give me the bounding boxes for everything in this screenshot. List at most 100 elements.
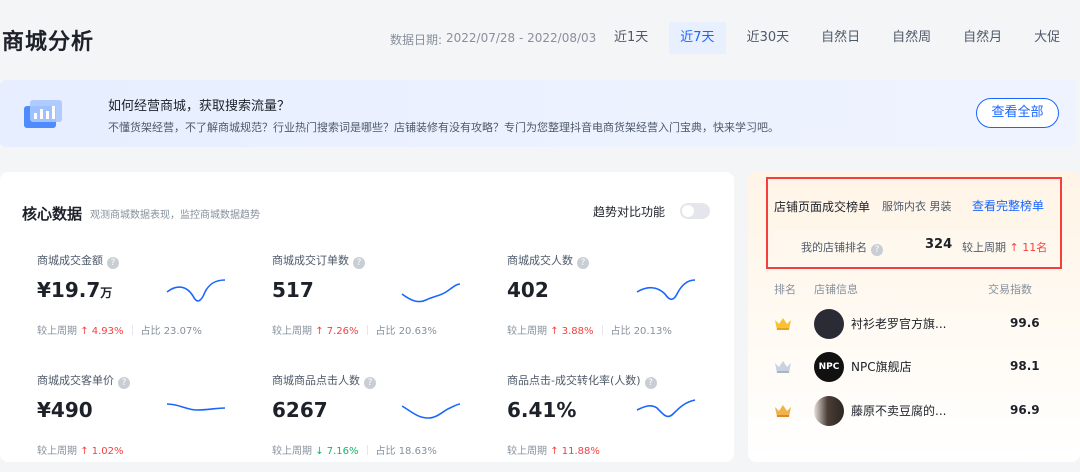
- share-value: 占比 20.63%: [375, 326, 437, 337]
- metric-value: ¥490: [37, 398, 93, 422]
- ranking-category: 服饰内衣 男装: [882, 200, 952, 213]
- trend-compare-toggle[interactable]: [680, 203, 710, 219]
- help-icon[interactable]: ?: [107, 257, 119, 269]
- metric-clicks: 商城商品点击人数? 6267 较上周期 ↓ 7.16% 占比 18.63%: [272, 372, 482, 472]
- trade-index: 99.6: [1010, 316, 1040, 330]
- my-rank-compare: 较上周期 ↑ 11名: [962, 241, 1048, 254]
- metric-value: 6.41%: [507, 398, 577, 422]
- rank-change: ↑ 11名: [1009, 241, 1048, 254]
- change-value: ↑ 7.26%: [315, 326, 359, 337]
- help-icon[interactable]: ?: [644, 377, 657, 389]
- metric-compare: 较上周期 ↑ 11.88%: [507, 446, 600, 457]
- metric-compare: 较上周期 ↑ 1.02%: [37, 446, 124, 457]
- metric-value: 6267: [272, 398, 328, 422]
- metric-gmv: 商城成交金额? ¥19.7万 较上周期 ↑ 4.93% 占比 23.07%: [37, 252, 247, 352]
- sparkline-chart: [636, 399, 696, 418]
- metric-compare: 较上周期 ↓ 7.16% 占比 18.63%: [272, 445, 437, 457]
- date-range: 2022/07/28 - 2022/08/03: [446, 31, 597, 45]
- metric-label: 商品点击-成交转化率(人数): [507, 374, 641, 387]
- share-value: 占比 18.63%: [375, 446, 437, 457]
- core-data-card: 核心数据 观测商城数据表现，监控商城数据趋势 趋势对比功能 商城成交金额? ¥1…: [0, 172, 734, 462]
- change-value: ↑ 11.88%: [550, 446, 600, 457]
- divider: [366, 325, 368, 335]
- share-value: 占比 20.13%: [610, 326, 672, 337]
- column-header-index: 交易指数: [988, 283, 1032, 296]
- share-value: 占比 23.07%: [140, 326, 202, 337]
- help-icon[interactable]: ?: [577, 257, 589, 269]
- metric-orders: 商城成交订单数? 517 较上周期 ↑ 7.26% 占比 20.63%: [272, 252, 482, 352]
- metric-label: 商城商品点击人数: [272, 374, 360, 387]
- gold-crown-icon: [775, 318, 791, 330]
- change-value: ↑ 4.93%: [80, 326, 124, 337]
- banner-title: 如何经营商城，获取搜索流量？: [108, 99, 291, 114]
- column-header-shop: 店铺信息: [814, 283, 858, 296]
- metric-label: 商城成交金额: [37, 254, 103, 267]
- metric-value: 402: [507, 278, 549, 302]
- metric-value: ¥19.7万: [37, 278, 113, 302]
- ranking-row[interactable]: 藤原不卖豆腐的... 96.9: [748, 388, 1080, 438]
- tab-30-days[interactable]: 近30天: [736, 22, 801, 54]
- change-value: ↑ 3.88%: [550, 326, 594, 337]
- shop-name: 藤原不卖豆腐的...: [851, 404, 947, 418]
- trend-compare-label: 趋势对比功能: [593, 205, 666, 219]
- divider: [601, 325, 603, 335]
- analytics-chart-icon: [24, 100, 62, 128]
- my-rank-label: 我的店铺排名: [801, 241, 867, 254]
- help-icon[interactable]: ?: [364, 377, 376, 389]
- my-rank-value: 324: [925, 237, 953, 252]
- ranking-title: 店铺页面成交榜单: [774, 200, 871, 214]
- sparkline-chart: [401, 403, 461, 419]
- view-full-ranking-link[interactable]: 查看完整榜单: [972, 197, 1044, 214]
- tab-natural-day[interactable]: 自然日: [810, 22, 871, 54]
- guide-banner: 如何经营商城，获取搜索流量？ 不懂货架经营，不了解商城规范？行业热门搜索词是哪些…: [0, 80, 1076, 147]
- metric-conversion-rate: 商品点击-成交转化率(人数)? 6.41% 较上周期 ↑ 11.88%: [507, 372, 717, 472]
- metric-compare: 较上周期 ↑ 3.88% 占比 20.13%: [507, 325, 672, 337]
- tab-1-day[interactable]: 近1天: [603, 22, 659, 54]
- metric-label: 商城成交客单价: [37, 374, 114, 387]
- sparkline-chart: [636, 279, 696, 301]
- help-icon[interactable]: ?: [353, 257, 365, 269]
- view-all-button[interactable]: 查看全部: [976, 98, 1059, 128]
- metric-aov: 商城成交客单价? ¥490 较上周期 ↑ 1.02%: [37, 372, 247, 472]
- shop-avatar: NPC: [814, 352, 844, 382]
- change-value: ↑ 1.02%: [80, 446, 124, 457]
- page-title: 商城分析: [2, 30, 95, 55]
- metric-value: 517: [272, 278, 314, 302]
- change-value: ↓ 7.16%: [315, 446, 359, 457]
- ranking-row[interactable]: NPC NPC旗舰店 98.1: [748, 344, 1080, 394]
- metric-unit: 万: [100, 286, 113, 300]
- shop-avatar: [814, 309, 844, 339]
- metric-compare: 较上周期 ↑ 7.26% 占比 20.63%: [272, 325, 437, 337]
- help-icon[interactable]: ?: [118, 377, 130, 389]
- shop-name: 衬衫老罗官方旗...: [851, 317, 947, 331]
- store-ranking-card: 店铺页面成交榜单 服饰内衣 男装 查看完整榜单 我的店铺排名? 324 较上周期…: [748, 172, 1080, 462]
- banner-description: 不懂货架经营，不了解商城规范？行业热门搜索词是哪些？店铺装修有没有攻略？专门为您…: [108, 121, 779, 134]
- tab-natural-month[interactable]: 自然月: [952, 22, 1013, 54]
- metric-compare: 较上周期 ↑ 4.93% 占比 23.07%: [37, 325, 202, 337]
- sparkline-chart: [401, 283, 461, 303]
- date-label: 数据日期:: [390, 33, 443, 47]
- sparkline-chart: [166, 279, 226, 302]
- core-data-title: 核心数据: [22, 205, 83, 223]
- time-range-tabs: 近1天 近7天 近30天 自然日 自然周 自然月 大促: [603, 22, 1064, 54]
- silver-crown-icon: [775, 361, 791, 373]
- core-data-subtitle: 观测商城数据表现，监控商城数据趋势: [90, 210, 260, 221]
- metric-label: 商城成交人数: [507, 254, 573, 267]
- divider: [131, 325, 133, 335]
- divider: [366, 445, 368, 455]
- tab-promotion[interactable]: 大促: [1023, 22, 1064, 54]
- bronze-crown-icon: [775, 405, 791, 417]
- sparkline-chart: [166, 403, 226, 411]
- tab-7-days[interactable]: 近7天: [669, 22, 726, 54]
- my-store-rank: 我的店铺排名? 324 较上周期 ↑ 11名: [774, 230, 1056, 262]
- page-header: 商城分析 数据日期: 2022/07/28 - 2022/08/03 近1天 近…: [0, 0, 1080, 78]
- tab-natural-week[interactable]: 自然周: [881, 22, 942, 54]
- column-header-rank: 排名: [774, 283, 796, 296]
- metric-buyers: 商城成交人数? 402 较上周期 ↑ 3.88% 占比 20.13%: [507, 252, 717, 352]
- shop-name: NPC旗舰店: [851, 360, 912, 374]
- trade-index: 98.1: [1010, 359, 1040, 373]
- trade-index: 96.9: [1010, 403, 1040, 417]
- shop-avatar: [814, 396, 844, 426]
- help-icon[interactable]: ?: [871, 244, 883, 256]
- metric-label: 商城成交订单数: [272, 254, 349, 267]
